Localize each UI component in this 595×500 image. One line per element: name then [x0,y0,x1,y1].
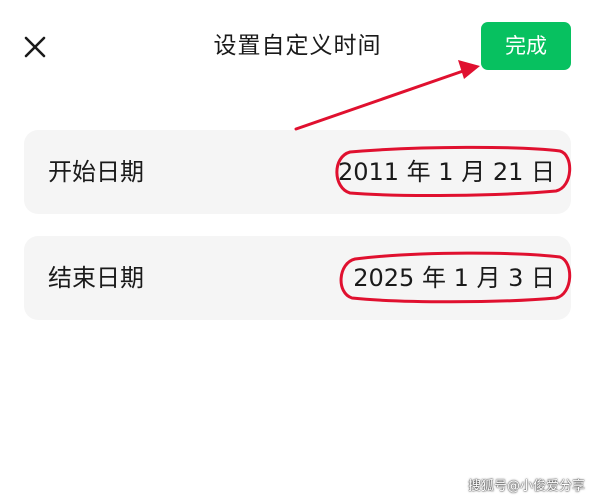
done-button[interactable]: 完成 [481,22,571,70]
end-date-label: 结束日期 [48,264,144,292]
start-date-label: 开始日期 [48,158,144,186]
watermark: 搜狐号@小俊爱分享 [467,479,585,494]
top-bar: 设置自定义时间 完成 [0,0,595,92]
start-date-value[interactable]: 2011 年 1 月 21 日 [338,130,555,214]
end-date-value[interactable]: 2025 年 1 月 3 日 [353,236,555,320]
start-date-row[interactable]: 开始日期 2011 年 1 月 21 日 [24,130,571,214]
end-date-row[interactable]: 结束日期 2025 年 1 月 3 日 [24,236,571,320]
